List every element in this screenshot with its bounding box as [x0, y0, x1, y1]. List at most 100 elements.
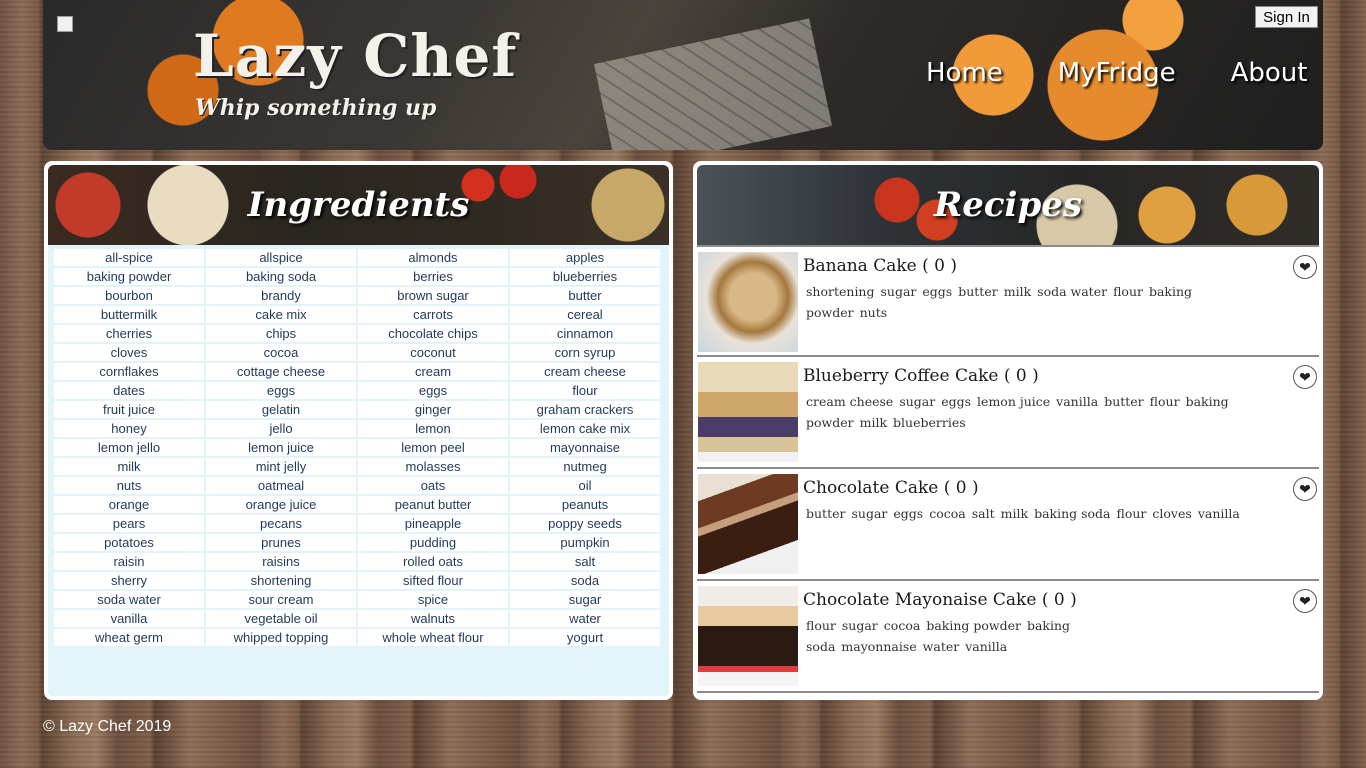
ingredient-item[interactable]: lemon: [358, 420, 508, 437]
ingredient-item[interactable]: pudding: [358, 534, 508, 551]
recipe-name[interactable]: Chocolate Mayonaise Cake ( 0 ): [803, 590, 1077, 610]
ingredient-item[interactable]: walnuts: [358, 610, 508, 627]
ingredient-item[interactable]: oatmeal: [206, 477, 356, 494]
ingredient-item[interactable]: lemon jello: [54, 439, 204, 456]
ingredient-item[interactable]: whipped topping: [206, 629, 356, 646]
ingredient-item[interactable]: lemon peel: [358, 439, 508, 456]
ingredient-item[interactable]: pears: [54, 515, 204, 532]
ingredient-item[interactable]: eggs: [206, 382, 356, 399]
ingredient-item[interactable]: dates: [54, 382, 204, 399]
ingredient-item[interactable]: corn syrup: [510, 344, 660, 361]
heart-icon[interactable]: ❤: [1293, 255, 1317, 279]
ingredient-item[interactable]: oats: [358, 477, 508, 494]
ingredient-item[interactable]: apples: [510, 249, 660, 266]
ingredient-item[interactable]: prunes: [206, 534, 356, 551]
ingredient-item[interactable]: cream: [358, 363, 508, 380]
recipe-thumbnail[interactable]: [698, 362, 798, 462]
ingredient-item[interactable]: spice: [358, 591, 508, 608]
ingredient-item[interactable]: eggs: [358, 382, 508, 399]
ingredient-item[interactable]: allspice: [206, 249, 356, 266]
ingredient-item[interactable]: flour: [510, 382, 660, 399]
ingredient-item[interactable]: honey: [54, 420, 204, 437]
nav-home-link[interactable]: Home: [926, 58, 1003, 88]
ingredient-item[interactable]: brown sugar: [358, 287, 508, 304]
ingredient-item[interactable]: coconut: [358, 344, 508, 361]
ingredient-item[interactable]: cloves: [54, 344, 204, 361]
ingredient-item[interactable]: yogurt: [510, 629, 660, 646]
ingredient-item[interactable]: graham crackers: [510, 401, 660, 418]
ingredient-item[interactable]: peanuts: [510, 496, 660, 513]
ingredient-item[interactable]: mint jelly: [206, 458, 356, 475]
ingredient-item[interactable]: lemon cake mix: [510, 420, 660, 437]
ingredient-item[interactable]: carrots: [358, 306, 508, 323]
ingredient-item[interactable]: peanut butter: [358, 496, 508, 513]
ingredient-item[interactable]: all-spice: [54, 249, 204, 266]
ingredient-item[interactable]: orange juice: [206, 496, 356, 513]
nav-myfridge-link[interactable]: MyFridge: [1058, 58, 1176, 88]
ingredient-item[interactable]: cereal: [510, 306, 660, 323]
ingredient-item[interactable]: gelatin: [206, 401, 356, 418]
ingredient-item[interactable]: cake mix: [206, 306, 356, 323]
ingredient-item[interactable]: cream cheese: [510, 363, 660, 380]
ingredient-item[interactable]: mayonnaise: [510, 439, 660, 456]
sign-in-button[interactable]: Sign In: [1255, 6, 1318, 28]
ingredient-item[interactable]: pineapple: [358, 515, 508, 532]
ingredient-item[interactable]: vegetable oil: [206, 610, 356, 627]
ingredient-item[interactable]: cocoa: [206, 344, 356, 361]
recipe-name[interactable]: Chocolate Cake ( 0 ): [803, 478, 979, 498]
ingredient-item[interactable]: ginger: [358, 401, 508, 418]
ingredient-item[interactable]: bourbon: [54, 287, 204, 304]
ingredient-item[interactable]: water: [510, 610, 660, 627]
ingredient-item[interactable]: soda: [510, 572, 660, 589]
ingredient-item[interactable]: oil: [510, 477, 660, 494]
ingredient-item[interactable]: cinnamon: [510, 325, 660, 342]
heart-icon[interactable]: ❤: [1293, 477, 1317, 501]
ingredient-item[interactable]: fruit juice: [54, 401, 204, 418]
ingredient-item[interactable]: baking powder: [54, 268, 204, 285]
ingredient-item[interactable]: berries: [358, 268, 508, 285]
ingredient-item[interactable]: sour cream: [206, 591, 356, 608]
heart-icon[interactable]: ❤: [1293, 589, 1317, 613]
heart-icon[interactable]: ❤: [1293, 365, 1317, 389]
ingredient-item[interactable]: cottage cheese: [206, 363, 356, 380]
ingredient-item[interactable]: potatoes: [54, 534, 204, 551]
ingredient-item[interactable]: nutmeg: [510, 458, 660, 475]
ingredient-item[interactable]: vanilla: [54, 610, 204, 627]
ingredient-item[interactable]: cornflakes: [54, 363, 204, 380]
ingredient-item[interactable]: almonds: [358, 249, 508, 266]
ingredient-item[interactable]: chocolate chips: [358, 325, 508, 342]
ingredient-item[interactable]: sherry: [54, 572, 204, 589]
recipe-thumbnail[interactable]: [698, 252, 798, 352]
ingredient-item[interactable]: rolled oats: [358, 553, 508, 570]
ingredient-item[interactable]: raisins: [206, 553, 356, 570]
ingredient-item[interactable]: poppy seeds: [510, 515, 660, 532]
ingredient-item[interactable]: milk: [54, 458, 204, 475]
ingredient-item[interactable]: blueberries: [510, 268, 660, 285]
ingredient-item[interactable]: molasses: [358, 458, 508, 475]
ingredient-item[interactable]: pecans: [206, 515, 356, 532]
recipe-thumbnail[interactable]: [698, 586, 798, 686]
nav-about-link[interactable]: About: [1231, 58, 1308, 88]
recipe-name[interactable]: Blueberry Coffee Cake ( 0 ): [803, 366, 1039, 386]
ingredient-item[interactable]: brandy: [206, 287, 356, 304]
ingredient-item[interactable]: orange: [54, 496, 204, 513]
ingredient-item[interactable]: baking soda: [206, 268, 356, 285]
ingredient-item[interactable]: whole wheat flour: [358, 629, 508, 646]
ingredient-item[interactable]: nuts: [54, 477, 204, 494]
ingredient-item[interactable]: butter: [510, 287, 660, 304]
ingredient-item[interactable]: buttermilk: [54, 306, 204, 323]
ingredient-item[interactable]: chips: [206, 325, 356, 342]
ingredient-item[interactable]: raisin: [54, 553, 204, 570]
ingredient-item[interactable]: jello: [206, 420, 356, 437]
ingredient-item[interactable]: sugar: [510, 591, 660, 608]
recipe-thumbnail[interactable]: [698, 474, 798, 574]
ingredient-item[interactable]: salt: [510, 553, 660, 570]
ingredient-item[interactable]: shortening: [206, 572, 356, 589]
ingredient-item[interactable]: soda water: [54, 591, 204, 608]
ingredient-item[interactable]: wheat germ: [54, 629, 204, 646]
ingredient-item[interactable]: sifted flour: [358, 572, 508, 589]
ingredient-item[interactable]: pumpkin: [510, 534, 660, 551]
ingredient-item[interactable]: cherries: [54, 325, 204, 342]
ingredient-item[interactable]: lemon juice: [206, 439, 356, 456]
recipe-name[interactable]: Banana Cake ( 0 ): [803, 256, 957, 276]
